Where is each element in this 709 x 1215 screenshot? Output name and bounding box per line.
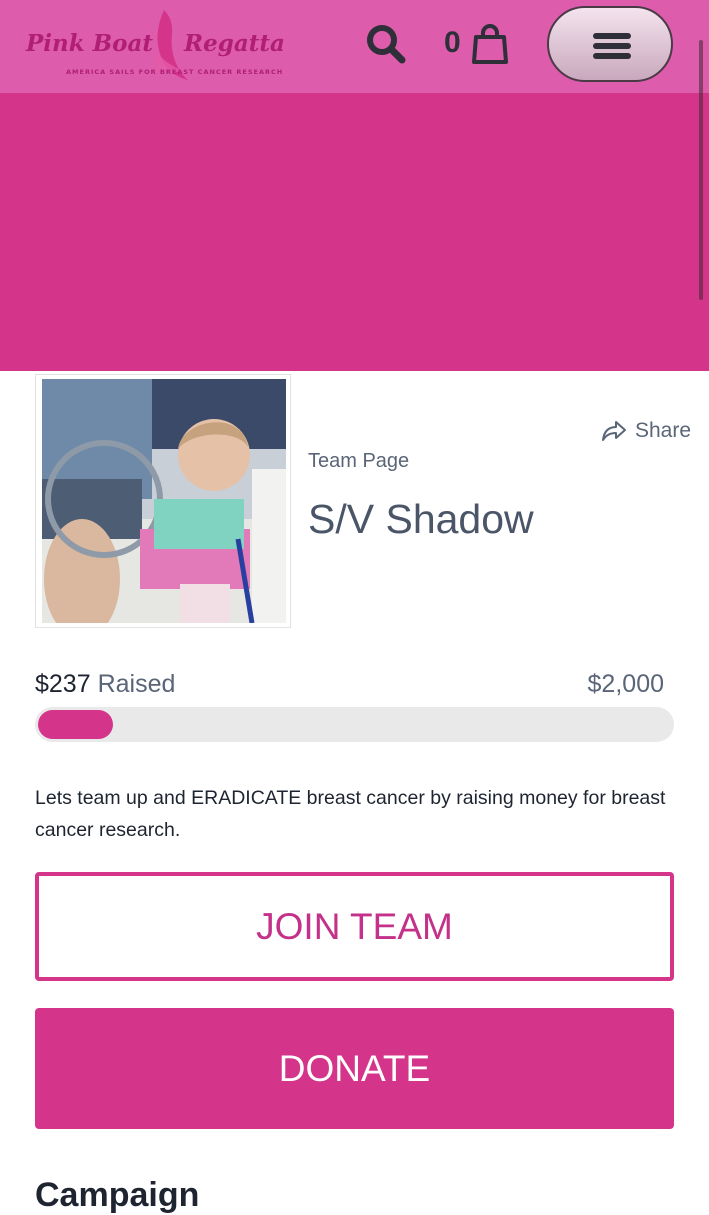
menu-button[interactable] xyxy=(547,6,673,82)
raised-summary: $237 Raised xyxy=(35,670,175,699)
join-team-button[interactable]: JOIN TEAM xyxy=(35,872,674,981)
raised-amount: $237 xyxy=(35,670,91,698)
team-photo xyxy=(42,379,286,623)
page-type-label: Team Page xyxy=(308,450,410,472)
cover-banner xyxy=(0,93,709,371)
logo-text-left: Pink Boat xyxy=(26,30,154,57)
team-name: S/V Shadow xyxy=(308,496,534,542)
goal-amount: $2,000 xyxy=(587,670,664,698)
progress-bar-fill xyxy=(38,710,113,739)
share-arrow-icon xyxy=(602,421,626,441)
search-icon xyxy=(367,25,406,64)
logo-tagline: AMERICA SAILS FOR BREAST CANCER RESEARCH xyxy=(66,68,284,76)
team-description: Lets team up and ERADICATE breast cancer… xyxy=(35,787,666,841)
cart-count: 0 xyxy=(444,26,461,59)
raised-label: Raised xyxy=(97,670,176,698)
scrollbar-thumb[interactable] xyxy=(699,40,703,300)
share-button[interactable]: Share xyxy=(601,416,691,446)
pink-boat-regatta-logo[interactable]: Pink Boat Regatta AMERICA SAILS FOR BREA… xyxy=(26,8,286,82)
site-header: Pink Boat Regatta AMERICA SAILS FOR BREA… xyxy=(0,0,709,93)
section-heading: Campaign xyxy=(35,1176,200,1214)
donate-button[interactable]: DONATE xyxy=(35,1008,674,1129)
shopping-bag-icon xyxy=(472,24,508,64)
logo-text-right: Regatta xyxy=(184,30,285,57)
cart-button[interactable]: 0 xyxy=(444,24,514,66)
progress-bar xyxy=(35,707,674,742)
search-button[interactable] xyxy=(364,22,408,66)
team-photo-frame xyxy=(35,374,291,628)
share-label: Share xyxy=(635,419,692,442)
